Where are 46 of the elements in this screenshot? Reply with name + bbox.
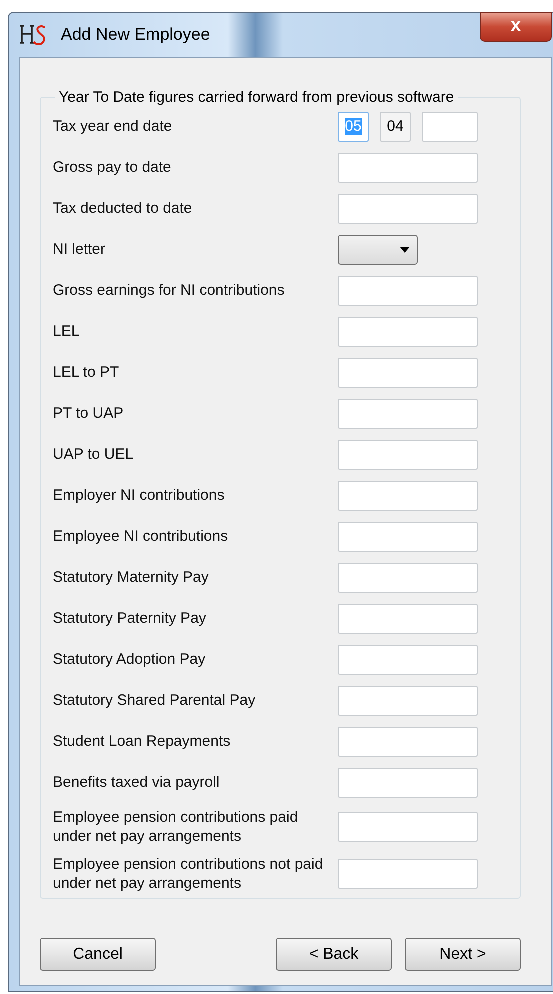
field-label: UAP to UEL [53, 445, 135, 464]
input-field[interactable] [338, 858, 478, 888]
input-field[interactable] [338, 522, 478, 552]
field-label: Statutory Paternity Pay [53, 609, 208, 628]
field-label: Employee pension contributions not paid under net pay arrangements [53, 854, 324, 892]
input-field[interactable] [338, 152, 478, 182]
input-field[interactable] [338, 276, 478, 306]
input-field[interactable] [338, 644, 478, 674]
input-field[interactable] [338, 440, 478, 470]
input-field[interactable] [338, 604, 478, 634]
dialog-button[interactable]: Next > [405, 938, 521, 971]
field-label: Employee pension contributions paid under net pay arrangements [53, 808, 300, 846]
field-label: Employee NI contributions [53, 527, 230, 546]
input-field[interactable] [338, 358, 478, 388]
field-label: Tax year end date [53, 117, 174, 136]
input-field[interactable] [338, 562, 478, 592]
field-label: Student Loan Repayments [53, 732, 232, 751]
input-field[interactable] [338, 480, 478, 510]
field-label: LEL [53, 322, 81, 341]
dialog-button[interactable]: < Back [276, 938, 392, 971]
window-title: Add New Employee [61, 25, 210, 45]
field-label: NI letter [53, 240, 107, 259]
group-title: Year To Date figures carried forward from previous software [58, 89, 456, 106]
input-field[interactable] [338, 812, 478, 842]
input-field[interactable] [338, 686, 478, 716]
input-field[interactable] [338, 316, 478, 346]
field-label: LEL to PT [53, 363, 120, 382]
input-field[interactable] [338, 768, 478, 798]
field-label: Benefits taxed via payroll [53, 773, 221, 792]
dialog-button[interactable]: Cancel [40, 938, 156, 971]
field-label: Gross pay to date [53, 158, 172, 177]
date-field[interactable] [422, 112, 478, 142]
field-label: Statutory Adoption Pay [53, 650, 207, 669]
input-field[interactable] [338, 726, 478, 756]
input-field[interactable] [338, 194, 478, 224]
field-label: PT to UAP [53, 404, 125, 423]
field-label: Gross earnings for NI contributions [53, 281, 286, 300]
close-button[interactable]: x [480, 12, 552, 42]
field-label: Statutory Maternity Pay [53, 568, 210, 587]
field-label: Employer NI contributions [53, 486, 226, 505]
input-field[interactable] [338, 398, 478, 428]
field-label: Statutory Shared Parental Pay [53, 691, 257, 710]
dropdown[interactable] [338, 234, 418, 264]
date-field[interactable]: 04 [380, 112, 411, 142]
field-label: Tax deducted to date [53, 199, 194, 218]
caret-icon [400, 246, 410, 252]
